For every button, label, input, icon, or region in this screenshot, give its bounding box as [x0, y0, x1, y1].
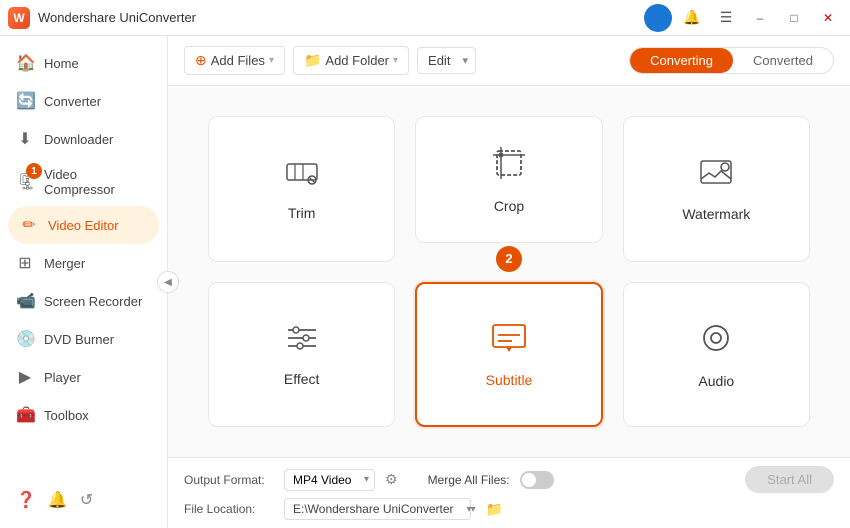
crop-card-wrapper: Crop 2 — [415, 116, 602, 262]
home-icon: 🏠 — [16, 53, 34, 73]
add-folder-button[interactable]: 📁 Add Folder ▾ — [293, 46, 409, 75]
subtitle-label: Subtitle — [486, 372, 533, 388]
trim-icon — [283, 156, 321, 195]
effect-label: Effect — [284, 371, 320, 387]
folder-browse-icon[interactable]: 📁 — [486, 501, 503, 518]
title-left: W Wondershare UniConverter — [8, 7, 196, 29]
minimize-button[interactable]: – — [746, 7, 774, 29]
bottom-bar: Output Format: MP4 Video AVI MOV MKV WMV… — [168, 457, 850, 528]
main-layout: 🏠 Home 🔄 Converter ⬇ Downloader 🗜 Video … — [0, 36, 850, 528]
file-location-dropdown[interactable]: E:\Wondershare UniConverter ▾ — [284, 498, 476, 520]
converted-tab[interactable]: Converted — [733, 48, 833, 73]
output-format-label: Output Format: — [184, 473, 274, 487]
edit-select-wrapper[interactable]: Edit — [417, 47, 476, 74]
menu-icon[interactable]: ☰ — [712, 4, 740, 32]
sidebar-item-screen-recorder[interactable]: 📹 Screen Recorder — [0, 282, 167, 320]
app-title: Wondershare UniConverter — [38, 10, 196, 25]
maximize-button[interactable]: □ — [780, 7, 808, 29]
add-folder-label: Add Folder — [325, 53, 389, 68]
merger-icon: ⊞ — [16, 253, 34, 273]
sidebar-item-home[interactable]: 🏠 Home — [0, 44, 167, 82]
chevron-down-icon: ▾ — [269, 55, 274, 66]
toolbar: ⊕ Add Files ▾ 📁 Add Folder ▾ Edit Conver… — [168, 36, 850, 86]
title-bar: W Wondershare UniConverter 👤 🔔 ☰ – □ ✕ — [0, 0, 850, 36]
app-logo: W — [8, 7, 30, 29]
audio-card[interactable]: Audio — [623, 282, 810, 428]
sidebar: 🏠 Home 🔄 Converter ⬇ Downloader 🗜 Video … — [0, 36, 168, 528]
audio-label: Audio — [698, 373, 734, 389]
file-location-label: File Location: — [184, 502, 274, 516]
crop-label: Crop — [494, 198, 524, 214]
format-settings-icon[interactable]: ⚙ — [385, 471, 398, 488]
file-location-row: File Location: E:\Wondershare UniConvert… — [184, 498, 834, 520]
collapse-sidebar-button[interactable]: ◀ — [157, 271, 179, 293]
sidebar-item-label: Video Compressor — [44, 167, 151, 197]
merge-label: Merge All Files: — [428, 473, 510, 487]
sidebar-item-converter[interactable]: 🔄 Converter — [0, 82, 167, 120]
screen-recorder-icon: 📹 — [16, 291, 34, 311]
output-format-row: Output Format: MP4 Video AVI MOV MKV WMV… — [184, 466, 834, 493]
effect-icon — [284, 322, 320, 361]
sidebar-item-compressor[interactable]: 🗜 Video Compressor 1 — [0, 158, 167, 206]
title-controls: 👤 🔔 ☰ – □ ✕ — [644, 4, 842, 32]
sidebar-item-downloader[interactable]: ⬇ Downloader — [0, 120, 167, 158]
add-files-label: Add Files — [211, 53, 265, 68]
sidebar-item-toolbox[interactable]: 🧰 Toolbox — [0, 396, 167, 434]
add-icon: ⊕ — [195, 52, 207, 69]
refresh-icon[interactable]: ↺ — [80, 490, 93, 510]
sidebar-item-label: Screen Recorder — [44, 294, 142, 309]
sidebar-item-merger[interactable]: ⊞ Merger — [0, 244, 167, 282]
sidebar-item-label: DVD Burner — [44, 332, 114, 347]
subtitle-icon — [490, 321, 528, 362]
sidebar-item-label: Converter — [44, 94, 101, 109]
content-area: ⊕ Add Files ▾ 📁 Add Folder ▾ Edit Conver… — [168, 36, 850, 528]
watermark-icon — [697, 155, 735, 196]
player-icon: ▶ — [16, 367, 34, 387]
output-format-select[interactable]: MP4 Video AVI MOV MKV WMV — [284, 469, 375, 491]
downloader-icon: ⬇ — [16, 129, 34, 149]
crop-icon — [491, 145, 527, 188]
crop-step-badge: 2 — [496, 246, 522, 272]
sidebar-bottom: ❓ 🔔 ↺ — [0, 480, 167, 520]
merge-toggle[interactable] — [520, 471, 554, 489]
dvd-burner-icon: 💿 — [16, 329, 34, 349]
edit-select[interactable]: Edit — [417, 47, 476, 74]
folder-add-icon: 📁 — [304, 52, 321, 69]
file-location-value[interactable]: E:\Wondershare UniConverter — [284, 498, 471, 520]
converter-icon: 🔄 — [16, 91, 34, 111]
sidebar-item-video-editor[interactable]: ✏ Video Editor — [8, 206, 159, 244]
crop-card[interactable]: Crop — [415, 116, 602, 243]
close-button[interactable]: ✕ — [814, 7, 842, 29]
sidebar-item-dvd-burner[interactable]: 💿 DVD Burner — [0, 320, 167, 358]
output-format-select-wrapper[interactable]: MP4 Video AVI MOV MKV WMV — [284, 469, 375, 491]
watermark-label: Watermark — [682, 206, 750, 222]
notification-icon[interactable]: 🔔 — [678, 4, 706, 32]
conversion-tab-group: Converting Converted — [629, 47, 834, 74]
sidebar-item-label: Downloader — [44, 132, 113, 147]
subtitle-card[interactable]: Subtitle — [415, 282, 602, 428]
watermark-card[interactable]: Watermark — [623, 116, 810, 262]
toolbox-icon: 🧰 — [16, 405, 34, 425]
chevron-down-icon-2: ▾ — [393, 55, 398, 66]
user-icon[interactable]: 👤 — [644, 4, 672, 32]
audio-icon — [698, 320, 734, 363]
add-files-button[interactable]: ⊕ Add Files ▾ — [184, 46, 285, 75]
compressor-badge: 1 — [26, 163, 42, 179]
sidebar-item-label: Merger — [44, 256, 85, 271]
help-icon[interactable]: ❓ — [16, 490, 36, 510]
bell-icon[interactable]: 🔔 — [48, 490, 68, 510]
sidebar-item-label: Video Editor — [48, 218, 119, 233]
trim-card[interactable]: Trim — [208, 116, 395, 262]
sidebar-item-label: Player — [44, 370, 81, 385]
editor-grid: Trim Crop 2 — [168, 86, 850, 457]
effect-card[interactable]: Effect — [208, 282, 395, 428]
start-all-button[interactable]: Start All — [745, 466, 834, 493]
converting-tab[interactable]: Converting — [630, 48, 733, 73]
sidebar-item-label: Toolbox — [44, 408, 89, 423]
video-editor-icon: ✏ — [20, 215, 38, 235]
sidebar-item-label: Home — [44, 56, 79, 71]
sidebar-item-player[interactable]: ▶ Player — [0, 358, 167, 396]
trim-label: Trim — [288, 205, 315, 221]
